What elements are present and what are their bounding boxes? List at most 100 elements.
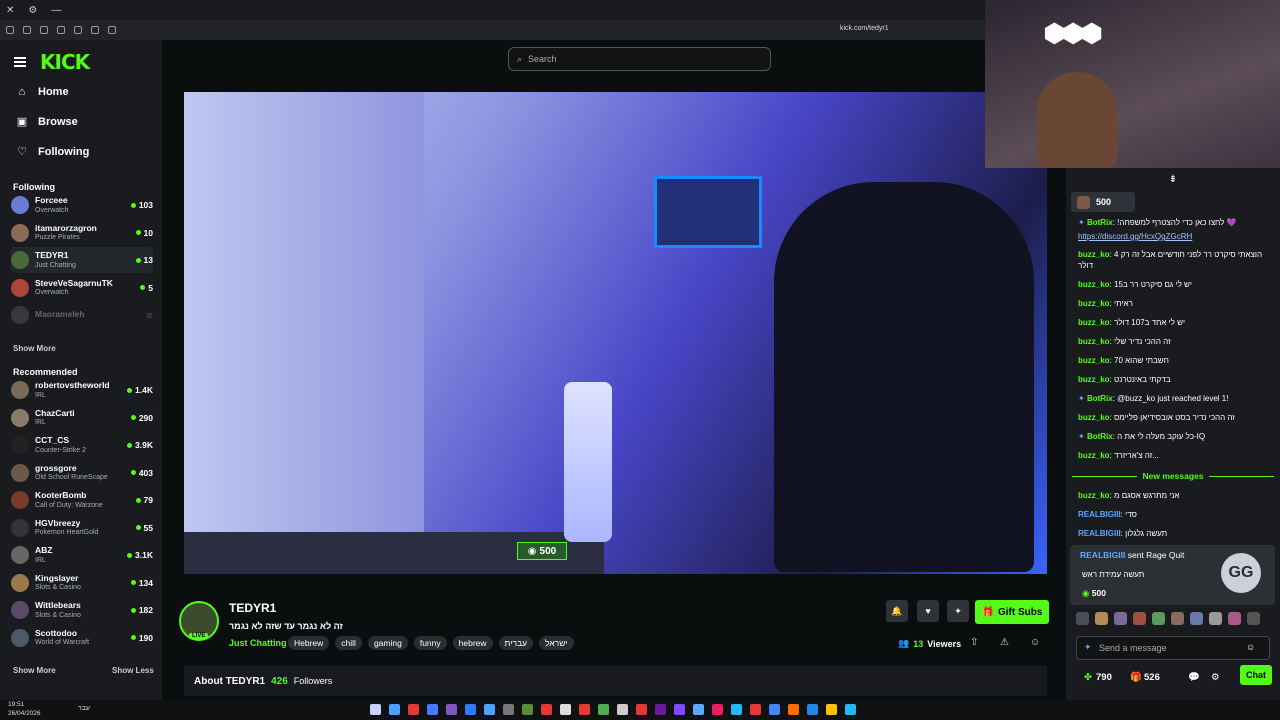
follow-button[interactable]: ♥: [917, 600, 939, 622]
taskbar-app-icon[interactable]: [693, 704, 704, 715]
window-icon[interactable]: [91, 26, 99, 34]
streamer-name[interactable]: TEDYR1: [229, 601, 276, 615]
taskbar-app-icon[interactable]: [636, 704, 647, 715]
emote-icon[interactable]: [1228, 612, 1241, 625]
sidebar-channel-grossgore[interactable]: grossgore Old School RuneScape 403: [11, 460, 153, 486]
notify-button[interactable]: 🔔: [886, 600, 908, 622]
chat-username[interactable]: buzz_ko: [1078, 413, 1110, 422]
emote-icon[interactable]: [1095, 612, 1108, 625]
tag-chip[interactable]: gaming: [367, 636, 408, 650]
sidebar-channel-itamarorzagron[interactable]: itamarorzagron Puzzle Pirates 10: [11, 220, 153, 246]
pinned-points[interactable]: 500: [1071, 192, 1135, 212]
user-add-icon[interactable]: ☺: [1030, 637, 1040, 648]
chat-username[interactable]: buzz_ko: [1078, 451, 1110, 460]
sidebar-channel-hgvbreezy[interactable]: HGVbreezy Pokemon HeartGold 55: [11, 515, 153, 541]
video-player[interactable]: ◉ 500: [184, 92, 1047, 574]
sidebar-channel-kooterbomb[interactable]: KooterBomb Call of Duty: Warzone 79: [11, 487, 153, 513]
kick-logo[interactable]: KICK: [40, 50, 90, 74]
nav-home[interactable]: ⌂ Home: [16, 86, 69, 98]
chat-collapse[interactable]: ⇟: [1066, 168, 1280, 190]
chat-username[interactable]: buzz_ko: [1078, 337, 1110, 346]
folder-icon[interactable]: [40, 26, 48, 34]
chat-username[interactable]: BotRix: [1087, 432, 1113, 441]
taskbar-app-icon[interactable]: [579, 704, 590, 715]
chat-username[interactable]: BotRix: [1087, 394, 1113, 403]
tag-chip[interactable]: עברית: [498, 636, 534, 650]
address-bar[interactable]: kick.com/tedyr1: [840, 25, 889, 32]
sidebar-channel-tedyr1[interactable]: TEDYR1 Just Chatting 13: [11, 247, 153, 273]
taskbar-app-icon[interactable]: [617, 704, 628, 715]
close-icon[interactable]: ✕: [6, 5, 14, 16]
chat-send-button[interactable]: Chat: [1240, 665, 1272, 685]
taskbar-app-icon[interactable]: [788, 704, 799, 715]
emoji-icon[interactable]: ☺: [1246, 642, 1255, 652]
emote-icon[interactable]: [1114, 612, 1127, 625]
emote-icon[interactable]: [1133, 612, 1146, 625]
chat-username[interactable]: buzz_ko: [1078, 280, 1110, 289]
taskbar-app-icon[interactable]: [389, 704, 400, 715]
search-input[interactable]: ⌕ Search: [508, 47, 771, 71]
taskbar-app-icon[interactable]: [712, 704, 723, 715]
tag-chip[interactable]: Hebrew: [288, 636, 330, 650]
emote-icon[interactable]: [1171, 612, 1184, 625]
settings-icon[interactable]: ⚙: [1211, 672, 1220, 683]
chat-username[interactable]: buzz_ko: [1078, 318, 1110, 327]
sparkle-icon[interactable]: ✦: [1084, 642, 1092, 653]
gift-subs-button[interactable]: 🎁 Gift Subs: [975, 600, 1049, 624]
sidebar-channel-forceee[interactable]: Forceee Overwatch 103: [11, 192, 153, 218]
taskbar-app-icon[interactable]: [541, 704, 552, 715]
tag-chip[interactable]: hebrew: [452, 636, 493, 650]
emote-icon[interactable]: [1209, 612, 1222, 625]
points-balance[interactable]: 790: [1096, 672, 1112, 683]
chat-username[interactable]: buzz_ko: [1078, 491, 1110, 500]
sidebar-channel-wittlebears[interactable]: Wittlebears Slots & Casino 182: [11, 597, 153, 623]
menu-icon[interactable]: [6, 26, 14, 34]
chat-username[interactable]: buzz_ko: [1078, 299, 1110, 308]
emote-icon[interactable]: [1190, 612, 1203, 625]
minimize-icon[interactable]: —: [51, 5, 61, 16]
sidebar-channel-scottodoo[interactable]: Scottodoo World of Warcraft 190: [11, 625, 153, 651]
taskbar-app-icon[interactable]: [655, 704, 666, 715]
show-more-button-2[interactable]: Show More: [13, 666, 56, 675]
share-icon[interactable]: ⇧: [970, 637, 978, 648]
nav-browse[interactable]: ▣ Browse: [16, 116, 78, 128]
tag-chip[interactable]: funny: [413, 636, 447, 650]
chat-username[interactable]: BotRix: [1087, 218, 1113, 227]
taskbar-app-icon[interactable]: [845, 704, 856, 715]
taskbar-app-icon[interactable]: [522, 704, 533, 715]
taskbar-app-icon[interactable]: [826, 704, 837, 715]
taskbar-app-icon[interactable]: [807, 704, 818, 715]
sparkle-button[interactable]: ✦: [947, 600, 969, 622]
sidebar-channel-kingslayer[interactable]: Kingslayer Slots & Casino 134: [11, 570, 153, 596]
chat-username[interactable]: buzz_ko: [1078, 356, 1110, 365]
chat-bubble-icon[interactable]: 💬: [1188, 672, 1200, 683]
chat-input[interactable]: Send a message: [1076, 636, 1270, 660]
show-more-button[interactable]: Show More: [13, 344, 56, 353]
show-less-button[interactable]: Show Less: [112, 666, 154, 675]
taskbar-app-icon[interactable]: [484, 704, 495, 715]
gear-icon[interactable]: ⚙: [28, 5, 37, 16]
taskbar-app-icon[interactable]: [560, 704, 571, 715]
shield-icon[interactable]: [23, 26, 31, 34]
sidebar-channel-cct_cs[interactable]: CCT_CS Counter-Strike 2 3.9K: [11, 432, 153, 458]
sidebar-channel-robertovstheworld[interactable]: robertovstheworld IRL 1.4K: [11, 377, 153, 403]
taskbar-app-icon[interactable]: [769, 704, 780, 715]
chat-text[interactable]: https://discord.gg/HcxQgZGcRH: [1078, 232, 1192, 241]
taskbar-app-icon[interactable]: [674, 704, 685, 715]
taskbar-app-icon[interactable]: [446, 704, 457, 715]
tag-chip[interactable]: ישראל: [539, 636, 574, 650]
chat-username[interactable]: REALBIGIII: [1078, 529, 1121, 538]
report-icon[interactable]: ⚠: [1000, 637, 1009, 648]
sidebar-channel-stevevesagarnutk[interactable]: SteveVeSagarnuTK Overwatch 5: [11, 275, 153, 301]
language-indicator[interactable]: עבר: [78, 705, 90, 712]
clock[interactable]: 19:51 26/04/2026: [8, 700, 41, 718]
copy-icon[interactable]: [108, 26, 116, 34]
music-icon[interactable]: [74, 26, 82, 34]
rage-quit-user[interactable]: REALBIGIII: [1080, 550, 1125, 560]
new-messages-divider[interactable]: New messages: [1072, 471, 1275, 481]
gift-count[interactable]: 526: [1144, 672, 1160, 683]
taskbar-app-icon[interactable]: [750, 704, 761, 715]
hamburger-menu-icon[interactable]: [14, 57, 26, 67]
taskbar-app-icon[interactable]: [731, 704, 742, 715]
emote-icon[interactable]: [1076, 612, 1089, 625]
